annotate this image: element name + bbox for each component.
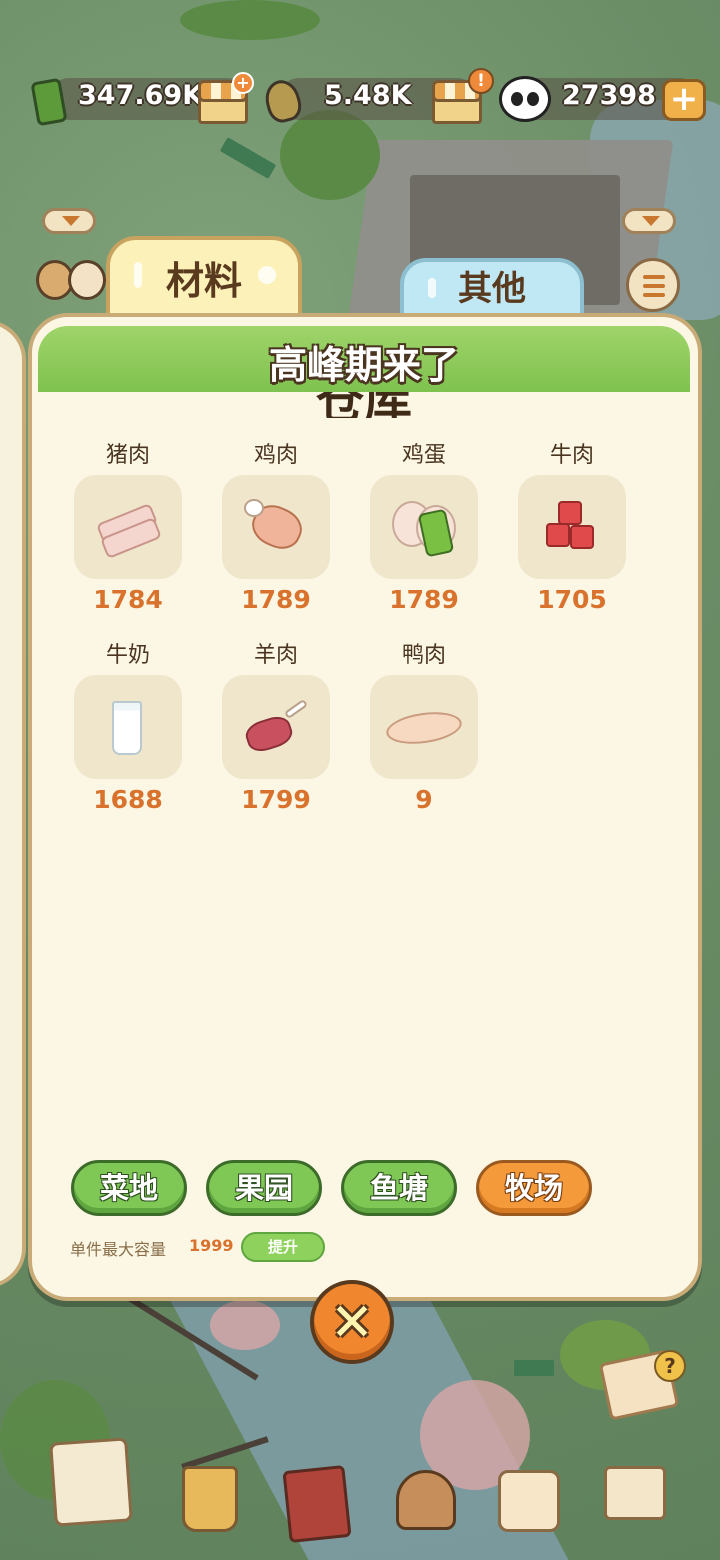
egg-icon (370, 475, 478, 579)
tree (280, 110, 380, 200)
tree (180, 0, 320, 40)
blossom-tree (210, 1300, 280, 1350)
capacity-label: 单件最大容量 (70, 1240, 167, 1259)
help-icon[interactable]: ? (654, 1350, 686, 1382)
shine-decoration (428, 278, 436, 298)
inventory-item-milk[interactable]: 牛奶 1688 (74, 641, 182, 815)
item-name: 鸡肉 (253, 443, 298, 468)
upgrade-capacity-button[interactable]: 提升 (241, 1232, 325, 1262)
tab-other-label: 其他 (458, 269, 526, 309)
lamb-icon (222, 675, 330, 779)
item-count: 1789 (389, 585, 459, 614)
duck-icon (370, 675, 478, 779)
item-count: 1789 (241, 585, 311, 614)
category-fish-pond[interactable]: 鱼塘 (341, 1160, 457, 1216)
right-dropdown-button[interactable] (622, 208, 676, 234)
add-panda-button[interactable]: + (662, 79, 706, 121)
plus-badge-icon: + (232, 72, 254, 94)
item-name: 羊肉 (253, 643, 298, 668)
tab-materials-label: 材料 (165, 259, 242, 303)
category-vegetable-field[interactable]: 菜地 (71, 1160, 187, 1216)
close-button[interactable]: ✕ (310, 1280, 394, 1364)
inventory-item-lamb[interactable]: 羊肉 1799 (222, 641, 330, 815)
bamboo-amount: 347.69K (78, 80, 204, 111)
close-icon: ✕ (330, 1293, 374, 1353)
alert-badge-icon: ! (468, 68, 494, 94)
panda-ticket-icon[interactable] (498, 1470, 560, 1532)
item-name: 牛肉 (549, 443, 594, 468)
item-name: 鸭肉 (401, 643, 446, 668)
category-ranch[interactable]: 牧场 (476, 1160, 592, 1216)
menu-book-icon[interactable] (282, 1464, 352, 1544)
category-orchard[interactable]: 果园 (206, 1160, 322, 1216)
shoot-amount: 5.48K (324, 80, 412, 111)
item-name: 猪肉 (105, 443, 150, 468)
shine-decoration (134, 262, 142, 288)
capacity-value: 1999 (189, 1236, 234, 1255)
item-name: 牛奶 (105, 643, 150, 668)
shine-decoration (258, 266, 276, 284)
panel-side-edge (0, 320, 26, 1288)
inventory-item-duck[interactable]: 鸭肉 9 (370, 641, 478, 815)
map-icon[interactable] (49, 1437, 133, 1527)
left-dropdown-button[interactable] (42, 208, 96, 234)
item-count: 1784 (93, 585, 163, 614)
beef-icon (518, 475, 626, 579)
item-count: 1688 (93, 785, 163, 814)
item-count: 9 (415, 785, 433, 814)
inventory-item-beef[interactable]: 牛肉 1705 (518, 441, 626, 615)
inventory-item-chicken[interactable]: 鸡肉 1789 (222, 441, 330, 615)
inventory-item-pork[interactable]: 猪肉 1784 (74, 441, 182, 615)
panda-amount: 27398 (562, 80, 656, 111)
list-menu-button[interactable] (626, 258, 680, 312)
bench (514, 1360, 554, 1376)
chicken-leg-icon (222, 475, 330, 579)
item-name: 鸡蛋 (401, 443, 446, 468)
peak-banner-text: 高峰期来了 (268, 343, 459, 387)
friends-animals-button[interactable] (36, 254, 108, 304)
bucket-icon[interactable] (182, 1466, 238, 1532)
tools-icon[interactable] (396, 1470, 456, 1530)
inventory-item-egg[interactable]: 鸡蛋 1789 (370, 441, 478, 615)
item-count: 1799 (241, 785, 311, 814)
storage-box-icon[interactable] (604, 1466, 666, 1520)
pork-icon (74, 475, 182, 579)
milk-icon (74, 675, 182, 779)
panda-icon (499, 76, 551, 122)
item-count: 1705 (537, 585, 607, 614)
